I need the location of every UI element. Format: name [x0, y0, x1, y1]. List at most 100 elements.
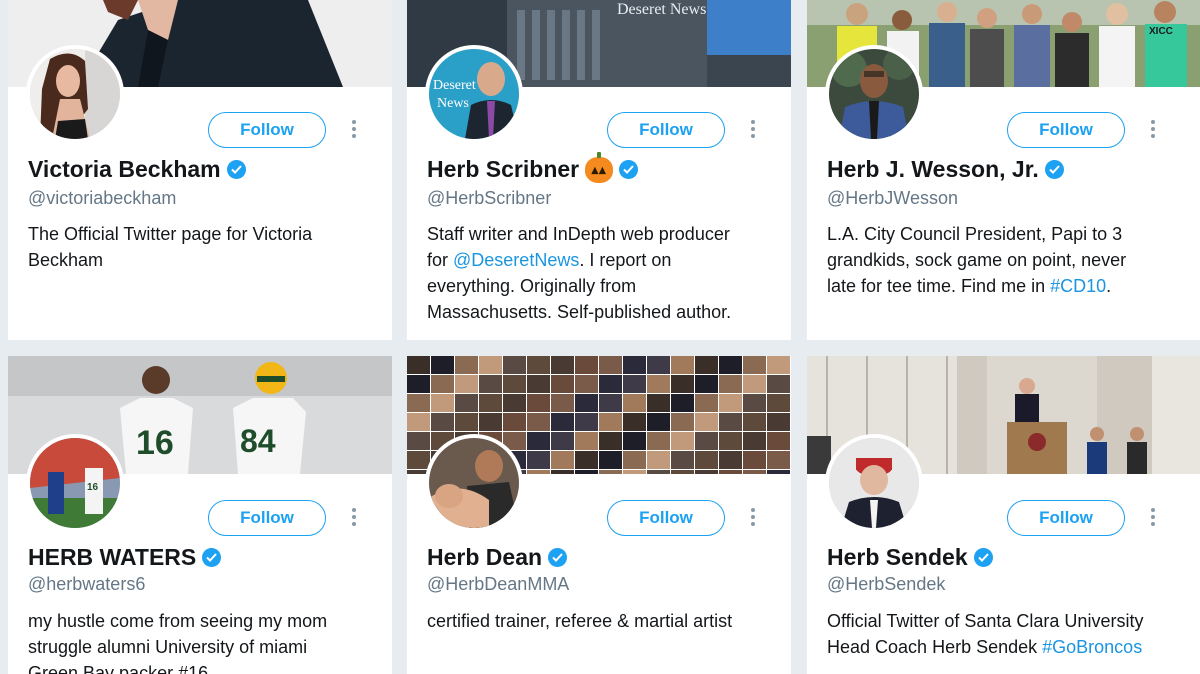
- collage-photo: [767, 375, 790, 393]
- handle[interactable]: @HerbJWesson: [827, 188, 958, 209]
- collage-photo: [623, 394, 646, 412]
- collage-photo: [719, 432, 742, 450]
- bio: Staff writer and InDepth web producer fo…: [427, 221, 782, 325]
- display-name[interactable]: Victoria Beckham: [28, 156, 221, 183]
- collage-photo: [575, 451, 598, 469]
- handle[interactable]: @victoriabeckham: [28, 188, 176, 209]
- bio-line: The Official Twitter page for Victoria: [28, 224, 313, 244]
- collage-photo: [527, 375, 550, 393]
- collage-photo: [623, 451, 646, 469]
- collage-photo: [551, 451, 574, 469]
- hashtag-link[interactable]: #GoBroncos: [1042, 637, 1142, 657]
- more-options-icon[interactable]: [1143, 505, 1163, 529]
- more-options-icon[interactable]: [344, 505, 364, 529]
- collage-photo: [551, 432, 574, 450]
- collage-photo: [575, 470, 598, 474]
- more-options-icon[interactable]: [1143, 117, 1163, 141]
- collage-photo: [743, 394, 766, 412]
- profile-card: XICC Follow Herb J. Wesson, Jr. @HerbJWe…: [807, 0, 1200, 340]
- collage-photo: [599, 394, 622, 412]
- verified-badge-icon: [202, 548, 222, 567]
- bio-line: struggle alumni University of miami: [28, 637, 308, 657]
- avatar[interactable]: Deseret News: [425, 45, 523, 143]
- verified-badge-icon: [548, 548, 568, 567]
- more-options-icon[interactable]: [743, 505, 763, 529]
- avatar[interactable]: [825, 434, 923, 532]
- collage-photo: [767, 394, 790, 412]
- bio: my hustle come from seeing my mom strugg…: [28, 608, 383, 674]
- bio-line: Green Bay packer #16: [28, 663, 209, 674]
- collage-photo: [719, 356, 742, 374]
- display-name[interactable]: Herb Scribner: [427, 156, 579, 183]
- name-row: HERB WATERS: [28, 544, 222, 571]
- profile-card: Follow Herb Sendek @HerbSendek Official …: [807, 356, 1200, 674]
- display-name[interactable]: Herb Sendek: [827, 544, 968, 571]
- collage-photo: [599, 356, 622, 374]
- handle[interactable]: @herbwaters6: [28, 574, 145, 595]
- avatar[interactable]: 16: [26, 434, 124, 532]
- bio-line: my hustle come from seeing my mom: [28, 611, 328, 631]
- bio: L.A. City Council President, Papi to 3 g…: [827, 221, 1182, 299]
- collage-photo: [575, 394, 598, 412]
- collage-photo: [671, 451, 694, 469]
- collage-photo: [767, 356, 790, 374]
- handle[interactable]: @HerbSendek: [827, 574, 945, 595]
- collage-photo: [575, 413, 598, 431]
- svg-text:News: News: [437, 96, 469, 111]
- collage-photo: [719, 375, 742, 393]
- collage-photo: [647, 375, 670, 393]
- collage-photo: [647, 470, 670, 474]
- collage-photo: [503, 375, 526, 393]
- bio: Official Twitter of Santa Clara Universi…: [827, 608, 1182, 660]
- display-name[interactable]: Herb J. Wesson, Jr.: [827, 156, 1039, 183]
- follow-button[interactable]: Follow: [607, 500, 725, 536]
- collage-photo: [767, 451, 790, 469]
- collage-photo: [551, 375, 574, 393]
- collage-photo: [599, 413, 622, 431]
- collage-photo: [743, 451, 766, 469]
- collage-photo: [455, 413, 478, 431]
- follow-button[interactable]: Follow: [1007, 500, 1125, 536]
- collage-photo: [647, 413, 670, 431]
- collage-photo: [527, 470, 550, 474]
- collage-photo: [743, 413, 766, 431]
- follow-button[interactable]: Follow: [208, 500, 326, 536]
- collage-photo: [623, 432, 646, 450]
- bio-line: Head Coach Herb Sendek #GoBroncos: [827, 637, 1143, 657]
- more-options-icon[interactable]: [743, 117, 763, 141]
- collage-photo: [599, 375, 622, 393]
- collage-photo: [647, 356, 670, 374]
- hashtag-link[interactable]: #CD10: [1050, 276, 1106, 296]
- follow-button[interactable]: Follow: [1007, 112, 1125, 148]
- collage-photo: [551, 394, 574, 412]
- collage-photo: [719, 394, 742, 412]
- follow-button[interactable]: Follow: [607, 112, 725, 148]
- follow-button[interactable]: Follow: [208, 112, 326, 148]
- more-options-icon[interactable]: [344, 117, 364, 141]
- jersey-number: 16: [136, 424, 174, 462]
- collage-photo: [767, 432, 790, 450]
- collage-photo: [695, 451, 718, 469]
- avatar[interactable]: [825, 45, 923, 143]
- collage-photo: [431, 375, 454, 393]
- collage-photo: [455, 375, 478, 393]
- handle[interactable]: @HerbScribner: [427, 188, 551, 209]
- collage-photo: [719, 413, 742, 431]
- display-name[interactable]: HERB WATERS: [28, 544, 196, 571]
- collage-photo: [767, 413, 790, 431]
- verified-badge-icon: [619, 160, 639, 179]
- collage-photo: [527, 432, 550, 450]
- mention-link[interactable]: @DeseretNews: [453, 250, 579, 270]
- handle[interactable]: @HerbDeanMMA: [427, 574, 569, 595]
- bio: certified trainer, referee & martial art…: [427, 608, 782, 634]
- collage-photo: [647, 451, 670, 469]
- avatar[interactable]: [26, 45, 124, 143]
- collage-photo: [767, 470, 790, 474]
- collage-photo: [527, 451, 550, 469]
- collage-photo: [479, 394, 502, 412]
- display-name[interactable]: Herb Dean: [427, 544, 542, 571]
- collage-photo: [623, 375, 646, 393]
- avatar[interactable]: [425, 434, 523, 532]
- verified-badge-icon: [226, 160, 246, 179]
- bio-line: grandkids, sock game on point, never: [827, 250, 1127, 270]
